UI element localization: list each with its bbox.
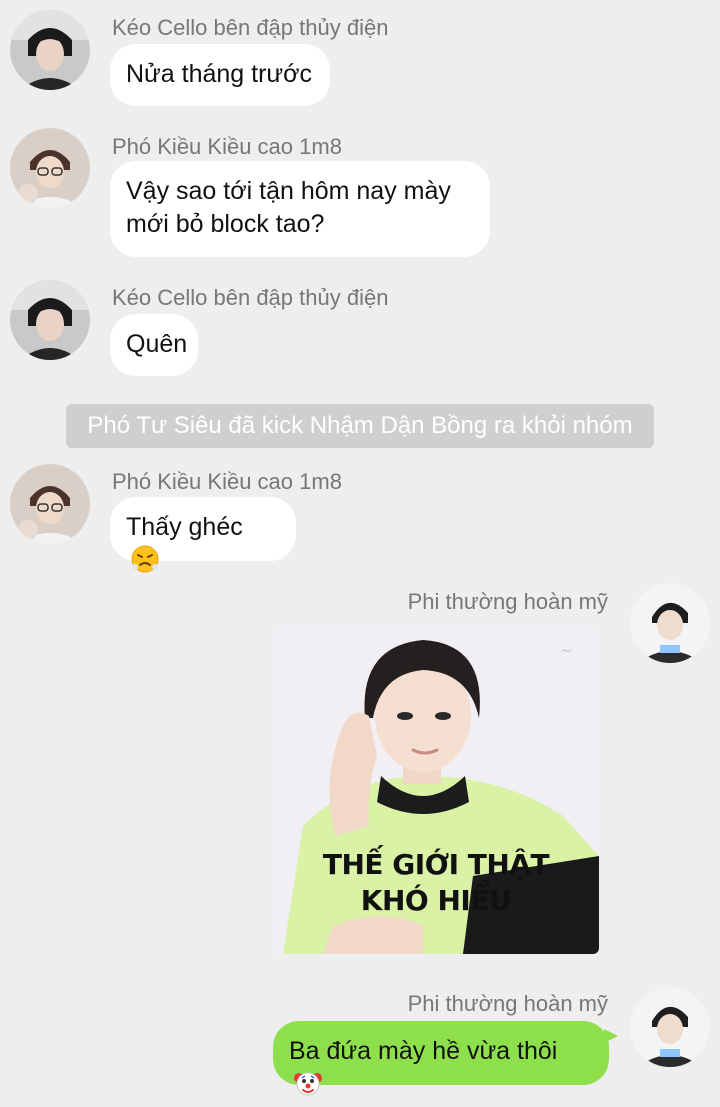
- sender-name: Phi thường hoàn mỹ: [407, 589, 608, 614]
- sender-name: Phi thường hoàn mỹ: [407, 991, 608, 1016]
- avatar-phi-thuong-hoan-my[interactable]: [630, 987, 710, 1067]
- message-text: Ba đứa mày hề vừa thôi: [289, 1037, 558, 1065]
- message-text-line: Vậy sao tới tận hôm nay mày: [126, 177, 451, 205]
- message-text: Quên: [126, 330, 188, 358]
- avatar-pho-kieu-kieu[interactable]: [10, 464, 90, 544]
- sticker-caption: THẾ GIỚI THẬT: [322, 848, 550, 881]
- sender-name: Phó Kiều Kiều cao 1m8: [112, 469, 342, 494]
- message-bubble[interactable]: Thấy ghéc: [110, 497, 296, 573]
- avatar-keo-cello[interactable]: [10, 280, 90, 360]
- sender-name: Kéo Cello bên đập thủy điện: [112, 285, 389, 310]
- message-text: Nửa tháng trước: [126, 60, 313, 88]
- system-notice: Phó Tư Siêu đã kick Nhậm Dận Bồng ra khỏ…: [66, 404, 654, 448]
- avatar-keo-cello[interactable]: [10, 10, 90, 90]
- message-bubble[interactable]: Quên: [110, 314, 198, 376]
- message-text: Thấy ghéc: [126, 513, 243, 541]
- message-bubble[interactable]: Nửa tháng trước: [110, 44, 330, 106]
- avatar-phi-thuong-hoan-my[interactable]: [630, 583, 710, 663]
- sender-name: Kéo Cello bên đập thủy điện: [112, 15, 389, 40]
- svg-text:~: ~: [560, 641, 573, 660]
- sticker-caption: KHÓ HIỂU: [360, 884, 512, 917]
- sticker-image[interactable]: ~ THẾ GIỚI THẬT KHÓ HIỂU: [273, 626, 599, 954]
- message-bubble-outgoing[interactable]: Ba đứa mày hề vừa thôi: [273, 1021, 618, 1096]
- sender-name: Phó Kiều Kiều cao 1m8: [112, 134, 342, 159]
- clown-face-icon: [293, 1068, 323, 1098]
- avatar-pho-kieu-kieu[interactable]: [10, 128, 90, 208]
- huffing-face-icon: [130, 544, 160, 574]
- message-text-line: mới bỏ block tao?: [126, 210, 325, 238]
- message-bubble[interactable]: Vậy sao tới tận hôm nay mày mới bỏ block…: [110, 161, 490, 257]
